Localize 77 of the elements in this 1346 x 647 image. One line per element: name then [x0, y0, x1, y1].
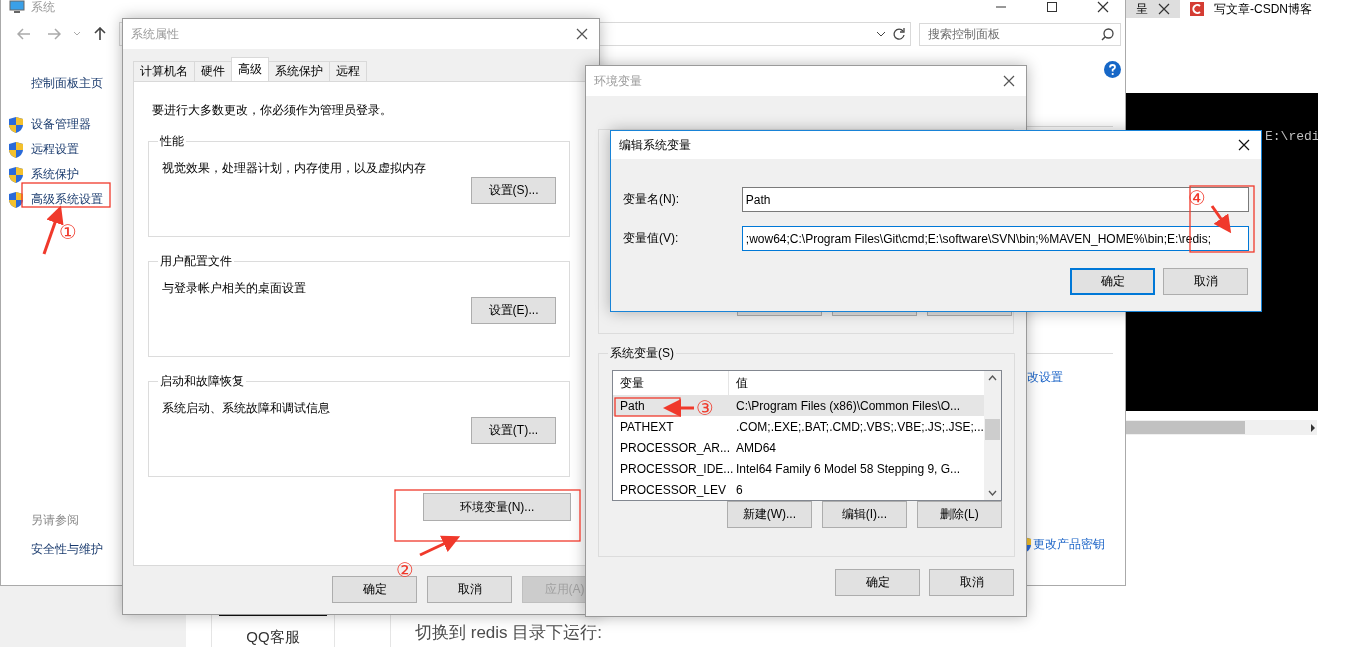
task-link[interactable]: 高级系统设置 — [31, 191, 103, 208]
dialog-button[interactable]: 取消 — [427, 576, 512, 603]
list-action-button[interactable]: 删除(L) — [916, 501, 1002, 528]
dialog-button[interactable]: 确定 — [332, 576, 417, 603]
field-label: 变量名(N): — [623, 191, 680, 208]
forward-arrow-icon — [47, 28, 61, 40]
computer-icon — [9, 0, 25, 14]
up-arrow-icon — [94, 27, 106, 41]
settings-button[interactable]: 设置(S)... — [471, 177, 556, 204]
task-link[interactable]: 设备管理器 — [31, 116, 91, 133]
list-row[interactable]: PROCESSOR_IDE... Intel64 Family 6 Model 58 Stepping 9, G... — [613, 458, 984, 479]
dialog-button[interactable]: 确定 — [835, 569, 920, 596]
search-field[interactable]: 搜索控制面板 — [919, 22, 1121, 46]
group-title: 系统变量(S) — [609, 345, 675, 362]
list-action-button[interactable]: 编辑(I)... — [821, 501, 907, 528]
home-link[interactable]: 控制面板主页 — [31, 75, 123, 92]
group-title: 性能 — [159, 133, 185, 150]
dialog-title: 编辑系统变量 — [619, 136, 691, 154]
group-description: 系统启动、系统故障和调试信息 — [162, 400, 331, 417]
shield-icon — [9, 116, 23, 133]
dialog-button[interactable]: 取消 — [929, 569, 1014, 596]
notice-text: 要进行大多数更改，你必须作为管理员登录。 — [152, 102, 393, 119]
refresh-icon[interactable] — [892, 27, 906, 41]
tab[interactable]: 高级 — [231, 57, 269, 81]
close-icon — [1158, 3, 1170, 15]
search-icon — [1101, 27, 1114, 41]
group-title: 用户配置文件 — [159, 253, 233, 270]
dialog-button[interactable]: 取消 — [1163, 268, 1248, 295]
shield-icon — [9, 191, 23, 208]
scrollbar-thumb[interactable] — [984, 419, 1000, 440]
group-description: 与登录帐户相关的桌面设置 — [162, 280, 307, 297]
close-icon — [1003, 75, 1015, 87]
sidebar-label: QQ客服 — [246, 628, 300, 647]
dialog-button[interactable]: 确定 — [1070, 268, 1155, 295]
shield-icon — [9, 166, 23, 183]
back-arrow-icon — [17, 28, 31, 40]
article-text: 切换到 redis 目录下运行: — [415, 622, 603, 644]
task-link[interactable]: 远程设置 — [31, 141, 79, 158]
help-icon[interactable] — [1104, 61, 1121, 78]
column-header[interactable]: 值 — [729, 374, 748, 392]
dialog-title: 环境变量 — [594, 72, 642, 90]
list-action-button[interactable]: 新建(W)... — [726, 501, 812, 528]
chevron-down-icon[interactable] — [876, 31, 886, 37]
settings-link[interactable]: 改设置 — [1027, 369, 1125, 386]
settings-button[interactable]: 设置(E)... — [471, 297, 556, 324]
section-heading: 另请参阅 — [31, 512, 80, 529]
scrollbar-thumb[interactable] — [1125, 421, 1245, 434]
vertical-scrollbar[interactable] — [983, 371, 1001, 500]
close-icon — [576, 28, 588, 40]
input-field[interactable]: ;wow64;C:\Program Files\Git\cmd;E:\software\SVN\bin;%MAVEN_HOME%\bin;E:\redis; — [741, 226, 1249, 251]
group-title: 启动和故障恢复 — [159, 373, 245, 390]
window-title: 系统 — [31, 0, 56, 16]
close-icon — [1238, 139, 1250, 151]
shield-icon — [9, 141, 23, 158]
arrow — [1210, 205, 1232, 234]
close-icon — [1096, 1, 1109, 13]
list-row[interactable]: PROCESSOR_AR... AMD64 — [613, 437, 984, 458]
group-description: 视觉效果，处理器计划，内存使用，以及虚拟内存 — [162, 160, 427, 177]
settings-button[interactable]: 设置(T)... — [471, 417, 556, 444]
dialog-title: 系统属性 — [131, 25, 179, 43]
product-key-link[interactable]: 更改产品密钥 — [1033, 536, 1105, 553]
column-header[interactable]: 变量 — [613, 374, 644, 392]
step-number: ① — [59, 220, 77, 244]
tab[interactable]: 计算机名 — [133, 61, 195, 81]
highlight-box — [614, 397, 681, 417]
tab[interactable]: 远程 — [329, 61, 367, 81]
arrow — [419, 535, 461, 557]
right-arrow-icon[interactable] — [1309, 423, 1317, 432]
task-link[interactable]: 系统保护 — [31, 166, 79, 183]
maximize-icon — [1046, 2, 1057, 12]
arrow — [663, 399, 694, 417]
list-row[interactable]: PROCESSOR_LEV 6 — [613, 479, 984, 500]
browser-tab[interactable]: 呈 — [1126, 0, 1180, 18]
environment-variables-button[interactable]: 环境变量(N)... — [423, 493, 571, 521]
horizontal-scrollbar[interactable] — [1125, 420, 1317, 435]
see-also-link[interactable]: 安全性与维护 — [31, 541, 123, 558]
field-label: 变量值(V): — [623, 230, 680, 247]
